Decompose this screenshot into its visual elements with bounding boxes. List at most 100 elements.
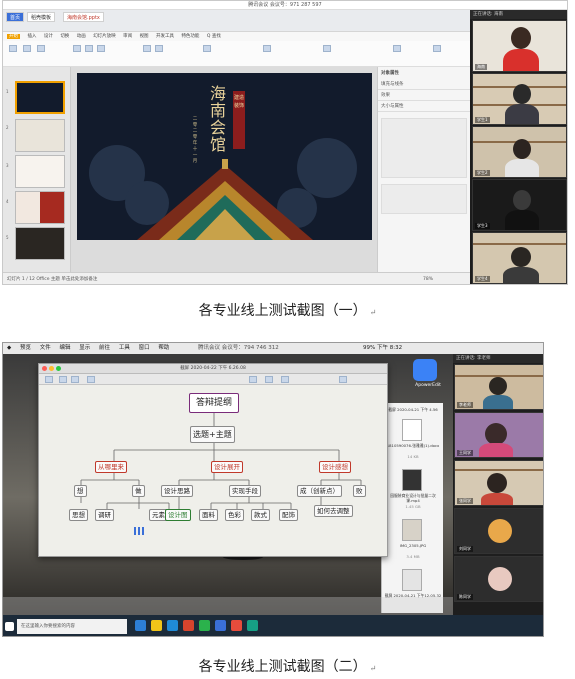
slide-thumbnail[interactable]	[15, 119, 65, 152]
participant-video[interactable]: 学生1	[472, 73, 567, 125]
participant-video[interactable]: 李老师	[454, 364, 543, 410]
ribbon-tab-start[interactable]: 开始	[7, 34, 20, 39]
mindmap-child-node[interactable]: 败	[353, 485, 366, 497]
panel-item[interactable]: 大小与属性	[378, 101, 470, 112]
slide-thumbnail[interactable]	[15, 227, 65, 260]
participant-video[interactable]: 学生3	[472, 179, 567, 231]
mindmap-leaf-node[interactable]: 色彩	[225, 509, 244, 521]
zoom-icon[interactable]	[56, 366, 61, 371]
sidebar-icon[interactable]	[45, 376, 53, 383]
mindmap-branch-node[interactable]: 设计展开	[211, 461, 243, 473]
mindmap-root-node[interactable]: 答辩提纲	[189, 393, 240, 413]
participant-video[interactable]: 王同学	[454, 412, 543, 458]
zoom-level[interactable]: 78%	[423, 273, 433, 284]
mindmap-leaf-node[interactable]: 思想	[69, 509, 88, 521]
slide-thumbnail[interactable]	[15, 191, 65, 224]
menu-item[interactable]: 窗口	[139, 345, 150, 351]
main-slide[interactable]: 海南会馆 建造装饰 二零二零年十一月	[77, 73, 372, 240]
tab-templates[interactable]: 稻壳模板	[27, 12, 56, 22]
mindmap-child-node[interactable]: 想	[74, 485, 87, 497]
ribbon-tab-review[interactable]: 审阅	[123, 34, 132, 39]
apoweredit-icon[interactable]	[413, 359, 437, 381]
ribbon-tab-devtools[interactable]: 开发工具	[156, 34, 174, 39]
folder-icon[interactable]	[151, 620, 162, 631]
menu-item[interactable]: 编辑	[60, 345, 71, 351]
participant-video[interactable]: 张同学	[454, 460, 543, 506]
mindmap-leaf-node[interactable]: 调研	[95, 509, 114, 521]
paste-icon[interactable]	[9, 45, 17, 52]
ribbon-tab-insert[interactable]: 插入	[27, 34, 36, 39]
mindmap-leaf-node[interactable]: 如何去调整	[314, 505, 353, 517]
mindmap-leaf-node[interactable]: 配饰	[279, 509, 298, 521]
settings-icon[interactable]	[433, 45, 441, 52]
minimize-icon[interactable]	[49, 366, 54, 371]
new-slide-icon[interactable]	[23, 45, 31, 52]
annotate-icon[interactable]	[281, 376, 289, 383]
zoom-out-icon[interactable]	[59, 376, 67, 383]
shape-icon[interactable]	[203, 45, 211, 52]
menu-item[interactable]: 前往	[99, 345, 110, 351]
mindmap-child-node[interactable]: 实现手段	[229, 485, 261, 497]
mindmap-leaf-node[interactable]: 设计图	[165, 509, 191, 521]
menu-item[interactable]: 文件	[40, 345, 51, 351]
align-left-icon[interactable]	[143, 45, 151, 52]
mindmap-child-node[interactable]: 成（创新点）	[297, 485, 342, 497]
ribbon-tab-animation[interactable]: 动画	[77, 34, 86, 39]
wechat-icon[interactable]	[199, 620, 210, 631]
mindmap-leaf-node[interactable]: 款式	[251, 509, 270, 521]
menu-apple-icon[interactable]: ◆	[7, 345, 11, 351]
close-icon[interactable]	[42, 366, 47, 371]
find-icon[interactable]	[393, 45, 401, 52]
document-file-icon[interactable]	[402, 419, 422, 441]
menu-item[interactable]: 帮助	[158, 345, 169, 351]
participant-video[interactable]: 学生2	[472, 126, 567, 178]
underline-icon[interactable]	[97, 45, 105, 52]
ribbon-tab-features[interactable]: 特色功能	[181, 34, 199, 39]
picture-icon[interactable]	[323, 45, 331, 52]
participant-video[interactable]: 刘同学	[454, 508, 543, 554]
mindmap-branch-node[interactable]: 设计感想	[319, 461, 351, 473]
textbox-icon[interactable]	[263, 45, 271, 52]
windows-start-icon[interactable]	[5, 622, 14, 631]
tab-home[interactable]: 首页	[6, 12, 25, 22]
layout-icon[interactable]	[37, 45, 45, 52]
participant-video[interactable]: 海南	[472, 20, 567, 72]
ribbon-tab-search[interactable]: Q 查找	[207, 34, 221, 39]
taskbar-search-input[interactable]: 在这里输入你要搜索的内容	[17, 619, 127, 634]
mindmap-child-node[interactable]: 设计思路	[161, 485, 193, 497]
bold-icon[interactable]	[73, 45, 81, 52]
slide-thumbnail[interactable]	[15, 81, 65, 114]
screenshot-file-icon[interactable]	[402, 569, 422, 591]
mindmap-leaf-node[interactable]: 面料	[199, 509, 218, 521]
participant-video[interactable]: 学生4	[472, 232, 567, 284]
italic-icon[interactable]	[85, 45, 93, 52]
ribbon-tab-slideshow[interactable]: 幻灯片放映	[93, 34, 116, 39]
slide-thumbnail[interactable]	[15, 155, 65, 188]
edge-icon[interactable]	[135, 620, 146, 631]
participant-video[interactable]: 陈同学	[454, 556, 543, 602]
ppt-icon[interactable]	[231, 620, 242, 631]
mindmap-branch-node[interactable]: 从哪里来	[95, 461, 127, 473]
panel-item[interactable]: 效果	[378, 90, 470, 101]
ribbon-tab-view[interactable]: 视图	[140, 34, 149, 39]
menu-item[interactable]: 工具	[119, 345, 130, 351]
search-icon[interactable]	[339, 376, 347, 383]
mindmap-child-node[interactable]: 做	[132, 485, 145, 497]
share-icon[interactable]	[87, 376, 95, 383]
video-file-icon[interactable]	[402, 469, 422, 491]
align-center-icon[interactable]	[155, 45, 163, 52]
ribbon-tab-design[interactable]: 设计	[44, 34, 53, 39]
meeting-icon[interactable]	[247, 620, 258, 631]
tab-document[interactable]: 海南会馆.pptx	[63, 12, 104, 22]
panel-item[interactable]: 填充与线条	[378, 79, 470, 90]
zoom-in-icon[interactable]	[71, 376, 79, 383]
ribbon-tab-transition[interactable]: 切换	[60, 34, 69, 39]
mindmap-main-node[interactable]: 选题+主题	[190, 426, 235, 443]
app-icon[interactable]	[183, 620, 194, 631]
markup-icon[interactable]	[249, 376, 257, 383]
menu-item[interactable]: 显示	[79, 345, 90, 351]
store-icon[interactable]	[167, 620, 178, 631]
menu-item[interactable]: 预览	[20, 345, 31, 351]
image-file-icon[interactable]	[402, 519, 422, 541]
rotate-icon[interactable]	[265, 376, 273, 383]
